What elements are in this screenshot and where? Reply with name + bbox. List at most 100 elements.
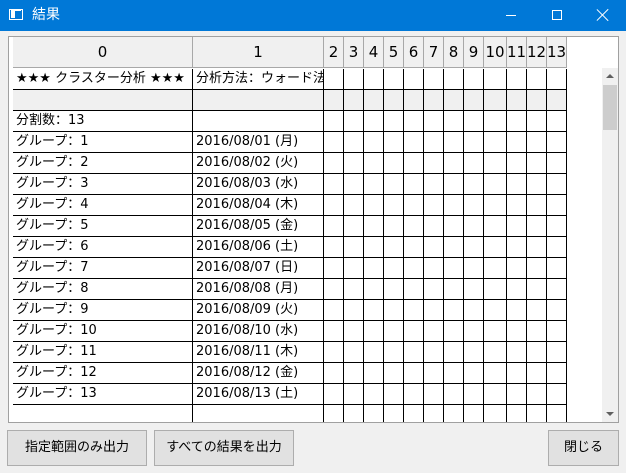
grid-cell[interactable]	[324, 258, 344, 279]
grid-cell[interactable]	[384, 111, 404, 132]
export-range-button[interactable]: 指定範囲のみ出力	[7, 430, 147, 466]
grid-cell[interactable]	[404, 174, 424, 195]
grid-cell[interactable]	[484, 363, 507, 384]
grid-cell[interactable]	[404, 384, 424, 405]
grid-cell[interactable]	[404, 195, 424, 216]
grid-cell[interactable]	[324, 342, 344, 363]
column-header-3[interactable]: 3	[344, 37, 364, 68]
grid-cell[interactable]	[444, 279, 464, 300]
grid-cell[interactable]	[484, 153, 507, 174]
column-header-2[interactable]: 2	[324, 37, 344, 68]
grid-cell[interactable]	[384, 153, 404, 174]
grid-cell[interactable]	[193, 111, 324, 132]
grid-cell[interactable]	[484, 384, 507, 405]
grid-cell[interactable]	[364, 195, 384, 216]
column-header-12[interactable]: 12	[527, 37, 547, 68]
grid-cell[interactable]	[527, 342, 547, 363]
grid-cell[interactable]	[364, 300, 384, 321]
grid-cell[interactable]	[464, 132, 484, 153]
grid-cell[interactable]: グループ：12	[13, 363, 193, 384]
grid-cell[interactable]	[527, 111, 547, 132]
grid-cell[interactable]	[344, 237, 364, 258]
grid-cell[interactable]	[484, 69, 507, 90]
grid-cell[interactable]	[364, 363, 384, 384]
column-header-11[interactable]: 11	[507, 37, 527, 68]
grid-cell[interactable]	[424, 300, 444, 321]
grid-cell[interactable]	[484, 321, 507, 342]
grid-cell[interactable]	[344, 300, 364, 321]
grid-cell[interactable]	[404, 90, 424, 111]
grid-cell[interactable]: グループ：7	[13, 258, 193, 279]
grid-cell[interactable]	[484, 111, 507, 132]
grid-cell[interactable]	[364, 132, 384, 153]
grid-cell[interactable]: 2016/08/09 (火)	[193, 300, 324, 321]
grid-cell[interactable]	[424, 216, 444, 237]
grid-cell[interactable]	[444, 195, 464, 216]
grid-cell[interactable]	[464, 405, 484, 422]
grid-cell[interactable]	[527, 90, 547, 111]
result-grid[interactable]: 0 1 2 3 4 5 6 7 8 9 10 11 12 13 ★★★ クラスター分析 ★★★ 分析方法：ウォ…	[8, 36, 619, 423]
grid-cell[interactable]	[547, 111, 567, 132]
grid-cell[interactable]	[507, 279, 527, 300]
grid-cell[interactable]: グループ：13	[13, 384, 193, 405]
grid-cell[interactable]: 2016/08/08 (月)	[193, 279, 324, 300]
grid-cell[interactable]	[507, 216, 527, 237]
grid-cell[interactable]	[364, 321, 384, 342]
grid-cell[interactable]	[484, 300, 507, 321]
grid-cell[interactable]	[464, 216, 484, 237]
grid-cell[interactable]	[13, 405, 193, 422]
grid-cell[interactable]	[364, 174, 384, 195]
column-header-10[interactable]: 10	[484, 37, 507, 68]
grid-cell[interactable]	[384, 342, 404, 363]
grid-cell[interactable]	[324, 174, 344, 195]
grid-cell[interactable]	[324, 69, 344, 90]
grid-cell[interactable]	[484, 132, 507, 153]
grid-cell[interactable]	[527, 279, 547, 300]
grid-cell[interactable]	[424, 195, 444, 216]
grid-cell[interactable]	[424, 153, 444, 174]
grid-cell[interactable]	[384, 405, 404, 422]
grid-cell[interactable]	[344, 342, 364, 363]
grid-cell[interactable]	[527, 363, 547, 384]
column-header-5[interactable]: 5	[384, 37, 404, 68]
grid-cell[interactable]: 分割数：13	[13, 111, 193, 132]
grid-cell[interactable]	[344, 69, 364, 90]
grid-cell[interactable]	[404, 153, 424, 174]
grid-cell[interactable]	[364, 69, 384, 90]
column-header-4[interactable]: 4	[364, 37, 384, 68]
grid-cell[interactable]	[344, 405, 364, 422]
grid-cell[interactable]	[547, 132, 567, 153]
grid-cell[interactable]	[527, 69, 547, 90]
grid-cell[interactable]	[384, 132, 404, 153]
grid-cell[interactable]	[384, 90, 404, 111]
grid-cell[interactable]	[444, 69, 464, 90]
grid-cell[interactable]	[444, 237, 464, 258]
grid-cell[interactable]	[324, 195, 344, 216]
grid-cell[interactable]	[464, 111, 484, 132]
grid-cell[interactable]	[444, 342, 464, 363]
grid-cell[interactable]: 2016/08/07 (日)	[193, 258, 324, 279]
grid-cell[interactable]	[404, 111, 424, 132]
grid-cell[interactable]	[507, 69, 527, 90]
grid-cell[interactable]	[364, 279, 384, 300]
grid-cell[interactable]	[547, 405, 567, 422]
grid-cell[interactable]	[444, 111, 464, 132]
grid-cell[interactable]	[364, 384, 384, 405]
grid-cell[interactable]: グループ：5	[13, 216, 193, 237]
grid-cell[interactable]	[464, 321, 484, 342]
column-header-6[interactable]: 6	[404, 37, 424, 68]
grid-cell[interactable]	[464, 384, 484, 405]
grid-cell[interactable]	[507, 384, 527, 405]
grid-cell[interactable]	[364, 258, 384, 279]
minimize-button[interactable]	[488, 0, 534, 31]
grid-cell[interactable]	[484, 258, 507, 279]
grid-cell[interactable]	[484, 405, 507, 422]
column-header-1[interactable]: 1	[193, 37, 324, 68]
grid-cell[interactable]	[464, 363, 484, 384]
grid-cell[interactable]	[424, 90, 444, 111]
grid-cell[interactable]	[527, 300, 547, 321]
grid-cell[interactable]	[444, 258, 464, 279]
grid-cell[interactable]	[507, 132, 527, 153]
grid-cell[interactable]: 2016/08/10 (水)	[193, 321, 324, 342]
grid-cell[interactable]: 2016/08/05 (金)	[193, 216, 324, 237]
